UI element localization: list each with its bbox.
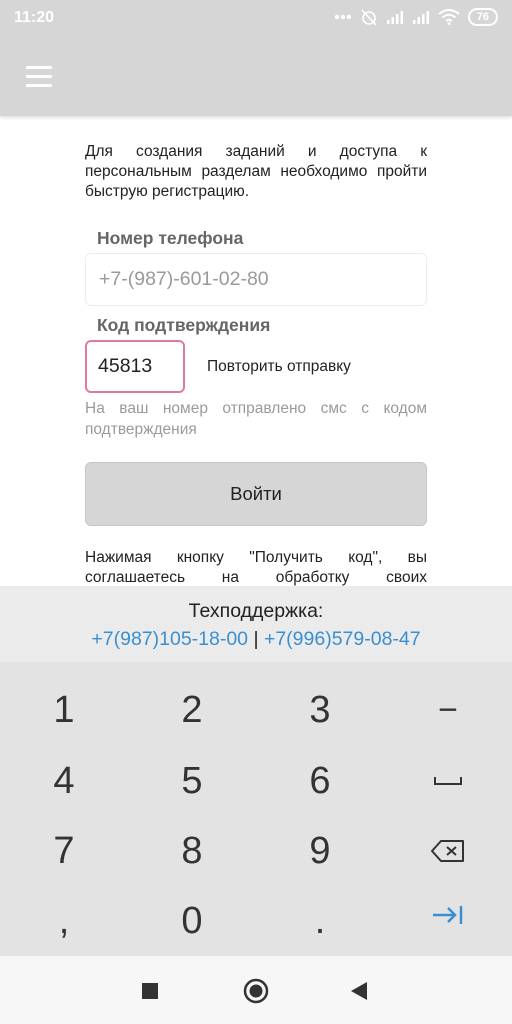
support-phones: +7(987)105-18-00 | +7(996)579-08-47 [0, 628, 512, 651]
back-triangle-icon[interactable] [350, 981, 368, 1006]
next-key[interactable] [384, 880, 512, 950]
code-label: Код подтверждения [97, 315, 271, 335]
support-phone-2-link[interactable]: +7(996)579-08-47 [264, 628, 421, 650]
wifi-icon [438, 9, 460, 25]
login-button[interactable]: Войти [85, 462, 427, 526]
space-icon [434, 777, 462, 785]
key-4[interactable]: 4 [0, 746, 128, 816]
backspace-key[interactable] [384, 816, 512, 886]
signal-icon [412, 9, 430, 25]
resend-link[interactable]: Повторить отправку [207, 358, 351, 376]
intro-text: Для создания заданий и доступа к персона… [85, 143, 427, 200]
registration-form: Для создания заданий и доступа к персона… [85, 118, 427, 586]
support-phone-1-link[interactable]: +7(987)105-18-00 [91, 628, 248, 650]
numeric-keyboard: 1 2 3 − 4 5 6 7 8 9 , 0 . [0, 662, 512, 956]
key-dot[interactable]: . [256, 886, 384, 956]
recents-square-icon[interactable] [141, 982, 159, 1005]
status-time: 11:20 [14, 9, 55, 26]
backspace-icon [431, 840, 464, 862]
consent-text: Нажимая кнопку "Получить код", вы соглаш… [85, 549, 427, 586]
support-bar: Техподдержка: +7(987)105-18-00 | +7(996)… [0, 586, 512, 662]
space-key[interactable] [384, 746, 512, 816]
status-icons: 76 [334, 8, 498, 26]
more-dots-icon [334, 14, 352, 20]
phone-separator: | [248, 628, 264, 650]
code-row: Повторить отправку [85, 340, 427, 393]
key-comma[interactable]: , [0, 886, 128, 956]
phone-input[interactable] [85, 253, 427, 306]
sms-hint: На ваш номер отправлено смс с кодом подт… [85, 400, 427, 438]
key-5[interactable]: 5 [128, 746, 256, 816]
key-6[interactable]: 6 [256, 746, 384, 816]
key-0[interactable]: 0 [128, 886, 256, 956]
phone-label: Номер телефона [97, 228, 244, 248]
hamburger-menu-icon[interactable] [22, 62, 58, 92]
system-navbar [0, 956, 512, 1024]
status-bar: 11:20 76 [0, 0, 512, 38]
key-3[interactable]: 3 [256, 675, 384, 745]
key-8[interactable]: 8 [128, 816, 256, 886]
support-title: Техподдержка: [188, 600, 324, 622]
home-circle-icon[interactable] [243, 978, 269, 1009]
next-field-icon [433, 906, 463, 924]
key-1[interactable]: 1 [0, 675, 128, 745]
key-2[interactable]: 2 [128, 675, 256, 745]
key-9[interactable]: 9 [256, 816, 384, 886]
battery-icon: 76 [467, 8, 498, 26]
key-7[interactable]: 7 [0, 816, 128, 886]
code-input[interactable] [85, 340, 185, 393]
signal-icon [386, 9, 404, 25]
app-bar [0, 38, 512, 116]
key-minus[interactable]: − [384, 675, 512, 745]
alarm-off-icon [360, 8, 378, 26]
